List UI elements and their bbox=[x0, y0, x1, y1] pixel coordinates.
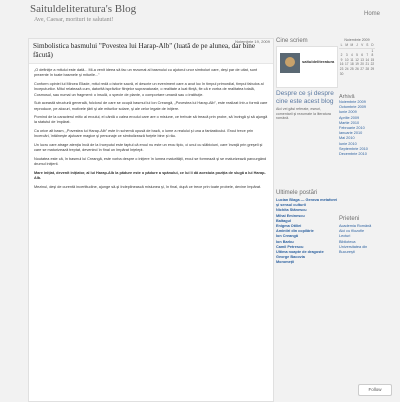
post-paragraph: Mare iniţiat, devenit iniţiator, al lui … bbox=[34, 170, 266, 181]
post-paragraph: Mezinul, deşi de curentă incertitudine, … bbox=[34, 184, 262, 189]
about-section: Despre ce şi despre cine este acest blog… bbox=[276, 90, 338, 121]
blog-title[interactable]: Saituldeliteratura's Blog bbox=[30, 3, 136, 15]
about-text: Aici vei găsi referate, eseuri, comentar… bbox=[276, 107, 331, 120]
recent-posts-list: Lucian Blaga — Geneza metaforei şi sensu… bbox=[276, 198, 338, 266]
recent-posts-section: Ultimele postări Lucian Blaga — Geneza m… bbox=[276, 190, 338, 266]
profile-box: saituldeliteratura bbox=[276, 46, 338, 88]
recent-post-link[interactable]: Moromeţii bbox=[276, 260, 338, 265]
home-link[interactable]: Home bbox=[364, 11, 380, 17]
post-header: Simbolistica basmului "Povestea lui Hara… bbox=[29, 39, 273, 65]
post-body: „O definiţie a mitului este dată... Mi-a… bbox=[29, 64, 273, 197]
profile-name[interactable]: saituldeliteratura bbox=[302, 59, 334, 64]
sidebar: Cine scriem saituldeliteratura Noiembrie… bbox=[276, 38, 375, 400]
calendar: Noiembrie 2009 L M M J V S D 1 2 3 4 5 6 7 8 9 10 11 12 13 1… bbox=[339, 38, 375, 76]
post-container: Simbolistica basmului "Povestea lui Hara… bbox=[28, 38, 274, 402]
post-paragraph: Un lucru care atrage atenţia încă de la … bbox=[34, 143, 263, 153]
calendar-month: Noiembrie 2009 bbox=[344, 38, 370, 42]
post-paragraph: Sub această structură generală, folcloru… bbox=[34, 101, 268, 111]
avatar[interactable] bbox=[280, 53, 300, 73]
post-paragraph: „O definiţie a mitului este dată... Mi-a… bbox=[34, 68, 258, 78]
recent-posts-title: Ultimele postări bbox=[276, 190, 318, 196]
archive-link[interactable]: Decembrie 2010 bbox=[339, 152, 375, 157]
post-paragraph: Ca orice alt basm, „Povestea lui Harap-A… bbox=[34, 129, 254, 139]
post-paragraph: Noutatea este că, în basmul lui Creangă,… bbox=[34, 156, 267, 167]
post-paragraph: Pornind de la caracterul mitic al eroulu… bbox=[34, 115, 268, 125]
friends-list: Academia Română Aici cu filozofie Lecturi B… bbox=[339, 224, 375, 255]
site-header: Saituldeliteratura's Blog Ave, Caesar, m… bbox=[0, 0, 400, 28]
blog-subtitle: Ave, Caesar, morituri te salutant! bbox=[34, 17, 114, 23]
follow-button[interactable]: Follow bbox=[358, 384, 392, 396]
recent-post-link[interactable]: Lucian Blaga — Geneza metaforei şi sensu… bbox=[276, 198, 338, 208]
archive-list: Noiembrie 2009 Octombrie 2009 Iunie 2009 Ap… bbox=[339, 100, 375, 157]
post-title[interactable]: Simbolistica basmului "Povestea lui Hara… bbox=[33, 42, 269, 59]
friend-link[interactable]: Universitatea din Bucureşti bbox=[339, 245, 375, 255]
post-date: Noiembrie 19, 2009 bbox=[235, 39, 270, 44]
friends-section: Prieteni Academia Română Aici cu filozofi… bbox=[339, 216, 375, 255]
archive-section: Arhivă Noiembrie 2009 Octombrie 2009 Iunie… bbox=[339, 94, 375, 157]
friends-title: Prieteni bbox=[339, 216, 360, 222]
about-title: Despre ce şi despre cine este acest blog bbox=[276, 90, 334, 105]
calendar-date bbox=[370, 72, 375, 77]
calendar-grid: L M M J V S D 1 2 3 4 5 6 7 8 9 10 11 12 13 14 15 16 17 18 19 20 21… bbox=[339, 43, 375, 76]
post-paragraph: Conform opiniei lui Mircea Eliade, mitul… bbox=[34, 82, 264, 97]
